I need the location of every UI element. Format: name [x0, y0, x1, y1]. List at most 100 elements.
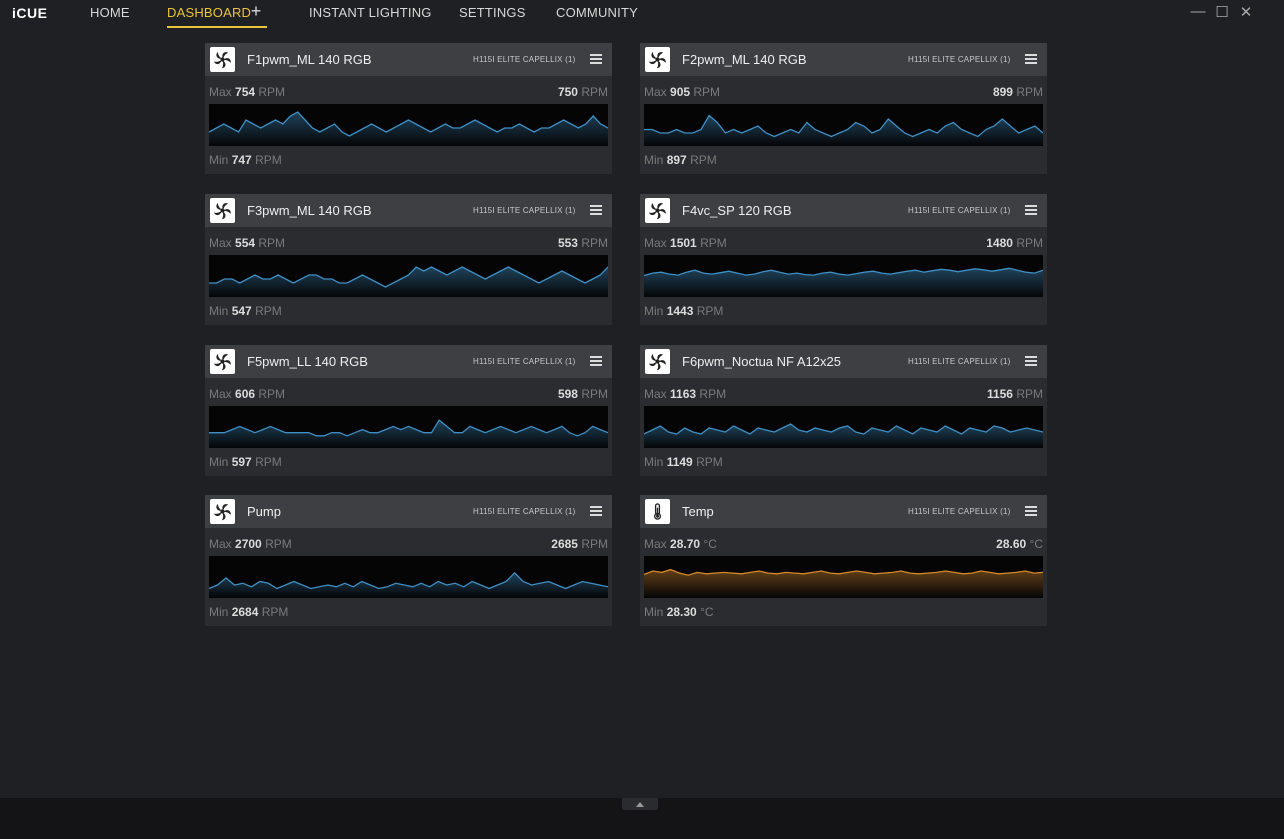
max-value: 754	[235, 85, 256, 99]
tile-title: F2pwm_ML 140 RGB	[682, 52, 807, 67]
history-graph	[644, 556, 1043, 598]
unit-label: RPM	[265, 537, 292, 551]
unit-label: RPM	[261, 605, 289, 619]
sensor-tile: Pump H115I ELITE CAPELLIX (1) Max 2700 RPM…	[205, 495, 612, 626]
tile-header: Pump H115I ELITE CAPELLIX (1)	[205, 495, 612, 528]
tile-header: F5pwm_LL 140 RGB H115I ELITE CAPELLIX (1)	[205, 345, 612, 378]
unit-label: RPM	[258, 236, 286, 250]
unit-label: RPM	[581, 537, 608, 551]
close-button[interactable]: ✕	[1238, 3, 1254, 21]
max-readout: Max 905 RPM	[644, 85, 721, 99]
min-readout: Min 1149 RPM	[644, 455, 723, 469]
nav-dashboard[interactable]: DASHBOARD	[167, 5, 251, 20]
tile-title: F1pwm_ML 140 RGB	[247, 52, 372, 67]
min-readout: Min 28.30 °C	[644, 605, 714, 619]
graph-plot	[209, 571, 608, 598]
min-readout: Min 2684 RPM	[209, 605, 289, 619]
sensor-tile: F6pwm_Noctua NF A12x25 H115I ELITE CAPELL…	[640, 345, 1047, 476]
nav-community[interactable]: COMMUNITY	[556, 5, 638, 20]
max-value: 28.70	[670, 537, 701, 551]
max-readout: Max 554 RPM	[209, 236, 286, 250]
unit-label: RPM	[255, 455, 282, 469]
current-readout: 2685 RPM	[551, 537, 608, 551]
tile-header: F3pwm_ML 140 RGB H115I ELITE CAPELLIX (1)	[205, 194, 612, 227]
current-readout: 553 RPM	[558, 236, 608, 250]
graph-area	[209, 267, 608, 297]
graph-area	[209, 420, 608, 448]
min-value: 28.30	[666, 605, 697, 619]
tile-title: F4vc_SP 120 RGB	[682, 203, 792, 218]
nav-settings[interactable]: SETTINGS	[459, 5, 526, 20]
tile-device-name: H115I ELITE CAPELLIX (1)	[473, 55, 576, 64]
history-graph	[209, 104, 608, 146]
nav-home[interactable]: HOME	[90, 5, 130, 20]
unit-label: RPM	[581, 387, 608, 401]
tile-menu-icon[interactable]	[1025, 205, 1037, 216]
tile-device-name: H115I ELITE CAPELLIX (1)	[908, 507, 1011, 516]
current-readout: 598 RPM	[558, 387, 608, 401]
maximize-button[interactable]: ☐	[1214, 3, 1230, 21]
min-value: 2684	[231, 605, 259, 619]
unit-label: °C	[1029, 537, 1043, 551]
tile-device-name: H115I ELITE CAPELLIX (1)	[473, 357, 576, 366]
tile-title: F5pwm_LL 140 RGB	[247, 354, 368, 369]
min-readout: Min 897 RPM	[644, 153, 717, 167]
sensor-tile: F2pwm_ML 140 RGB H115I ELITE CAPELLIX (1)…	[640, 43, 1047, 174]
unit-label: RPM	[1016, 387, 1043, 401]
current-value: 899	[992, 85, 1013, 99]
tile-menu-icon[interactable]	[590, 205, 602, 216]
unit-label: RPM	[690, 153, 717, 167]
sensor-tile: F1pwm_ML 140 RGB H115I ELITE CAPELLIX (1)…	[205, 43, 612, 174]
unit-label: RPM	[1016, 85, 1043, 99]
tile-header: F1pwm_ML 140 RGB H115I ELITE CAPELLIX (1)	[205, 43, 612, 76]
min-value: 1443	[666, 304, 694, 318]
expand-panel-button[interactable]	[622, 798, 658, 810]
min-value: 1149	[666, 455, 693, 469]
history-graph	[644, 255, 1043, 297]
tile-menu-icon[interactable]	[590, 506, 602, 517]
tile-menu-icon[interactable]	[1025, 356, 1037, 367]
minimize-button[interactable]: —	[1190, 3, 1206, 20]
current-value: 598	[557, 387, 578, 401]
current-readout: 28.60 °C	[996, 537, 1043, 551]
unit-label: RPM	[581, 236, 608, 250]
graph-plot	[209, 266, 608, 297]
tile-menu-icon[interactable]	[590, 356, 602, 367]
tile-header: F4vc_SP 120 RGB H115I ELITE CAPELLIX (1)	[640, 194, 1047, 227]
tile-device-name: H115I ELITE CAPELLIX (1)	[473, 206, 576, 215]
min-readout: Min 547 RPM	[209, 304, 282, 318]
tile-menu-icon[interactable]	[1025, 506, 1037, 517]
tile-device-name: H115I ELITE CAPELLIX (1)	[908, 55, 1011, 64]
unit-label: RPM	[699, 387, 727, 401]
unit-label: °C	[703, 537, 717, 551]
chevron-up-icon	[636, 802, 644, 807]
max-value: 606	[235, 387, 256, 401]
graph-plot	[644, 423, 1043, 448]
current-value: 2685	[551, 537, 578, 551]
sensor-tile: F4vc_SP 120 RGB H115I ELITE CAPELLIX (1) M…	[640, 194, 1047, 325]
max-readout: Max 1501 RPM	[644, 236, 727, 250]
tile-header: F6pwm_Noctua NF A12x25 H115I ELITE CAPELL…	[640, 345, 1047, 378]
min-readout: Min 1443 RPM	[644, 304, 724, 318]
fan-icon	[645, 349, 670, 374]
graph-plot	[644, 568, 1043, 598]
thermometer-icon	[645, 499, 670, 524]
tile-title: Pump	[247, 504, 281, 519]
current-value: 750	[557, 85, 578, 99]
tile-header: Temp H115I ELITE CAPELLIX (1)	[640, 495, 1047, 528]
history-graph	[209, 255, 608, 297]
max-value: 1501	[670, 236, 697, 250]
nav-instant-lighting[interactable]: INSTANT LIGHTING	[309, 5, 432, 20]
fan-icon	[210, 349, 235, 374]
max-value: 905	[670, 85, 691, 99]
tile-menu-icon[interactable]	[1025, 54, 1037, 65]
pump-icon	[210, 499, 235, 524]
current-readout: 1156 RPM	[987, 387, 1043, 401]
min-value: 597	[231, 455, 252, 469]
add-dashboard-button[interactable]: +	[248, 2, 264, 20]
unit-label: RPM	[700, 236, 727, 250]
sensor-tile: F3pwm_ML 140 RGB H115I ELITE CAPELLIX (1)…	[205, 194, 612, 325]
tile-menu-icon[interactable]	[590, 54, 602, 65]
fan-icon	[210, 47, 235, 72]
graph-plot	[644, 114, 1043, 146]
